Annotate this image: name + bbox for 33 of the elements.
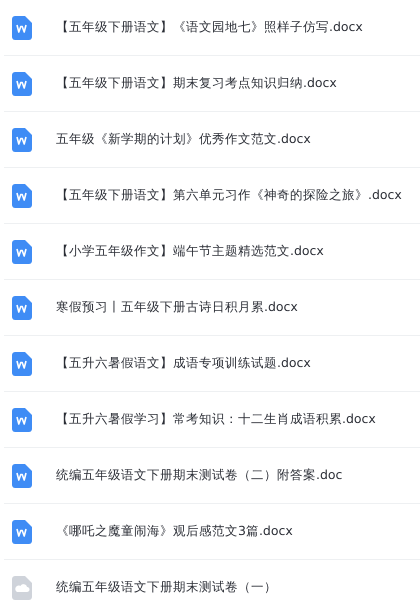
word-document-icon <box>12 520 32 544</box>
file-row[interactable]: 《哪吒之魔童闹海》观后感范文3篇.docx <box>4 504 420 560</box>
file-name: 《哪吒之魔童闹海》观后感范文3篇.docx <box>56 523 293 540</box>
file-row[interactable]: 寒假预习丨五年级下册古诗日积月累.docx <box>4 280 420 336</box>
file-row[interactable]: 【五年级下册语文】《语文园地七》照样子仿写.docx <box>4 0 420 56</box>
file-row[interactable]: 【五年级下册语文】期末复习考点知识归纳.docx <box>4 56 420 112</box>
word-document-icon <box>12 464 32 488</box>
word-document-icon <box>12 352 32 376</box>
word-document-icon <box>12 184 32 208</box>
file-name: 【五年级下册语文】期末复习考点知识归纳.docx <box>56 75 337 92</box>
file-name: 统编五年级语文下册期末测试卷（二）附答案.doc <box>56 467 342 484</box>
file-name: 寒假预习丨五年级下册古诗日积月累.docx <box>56 299 298 316</box>
word-document-icon <box>12 296 32 320</box>
word-document-icon <box>12 240 32 264</box>
file-row[interactable]: 【五升六暑假语文】成语专项训练试题.docx <box>4 336 420 392</box>
file-name: 【五年级下册语文】《语文园地七》照样子仿写.docx <box>56 19 363 36</box>
file-row[interactable]: 统编五年级语文下册期末测试卷（一） <box>4 560 420 605</box>
word-document-icon <box>12 408 32 432</box>
word-document-icon <box>12 128 32 152</box>
file-name: 【五升六暑假语文】成语专项训练试题.docx <box>56 355 311 372</box>
file-row[interactable]: 五年级《新学期的计划》优秀作文范文.docx <box>4 112 420 168</box>
file-row[interactable]: 【五升六暑假学习】常考知识：十二生肖成语积累.docx <box>4 392 420 448</box>
word-document-icon <box>12 16 32 40</box>
cloud-file-icon <box>12 576 32 600</box>
file-name: 五年级《新学期的计划》优秀作文范文.docx <box>56 131 311 148</box>
file-name: 【五升六暑假学习】常考知识：十二生肖成语积累.docx <box>56 411 376 428</box>
file-name: 【小学五年级作文】端午节主题精选范文.docx <box>56 243 324 260</box>
file-name: 统编五年级语文下册期末测试卷（一） <box>56 579 277 596</box>
word-document-icon <box>12 72 32 96</box>
file-name: 【五年级下册语文】第六单元习作《神奇的探险之旅》.docx <box>56 187 402 204</box>
file-row[interactable]: 【小学五年级作文】端午节主题精选范文.docx <box>4 224 420 280</box>
file-row[interactable]: 统编五年级语文下册期末测试卷（二）附答案.doc <box>4 448 420 504</box>
file-row[interactable]: 【五年级下册语文】第六单元习作《神奇的探险之旅》.docx <box>4 168 420 224</box>
